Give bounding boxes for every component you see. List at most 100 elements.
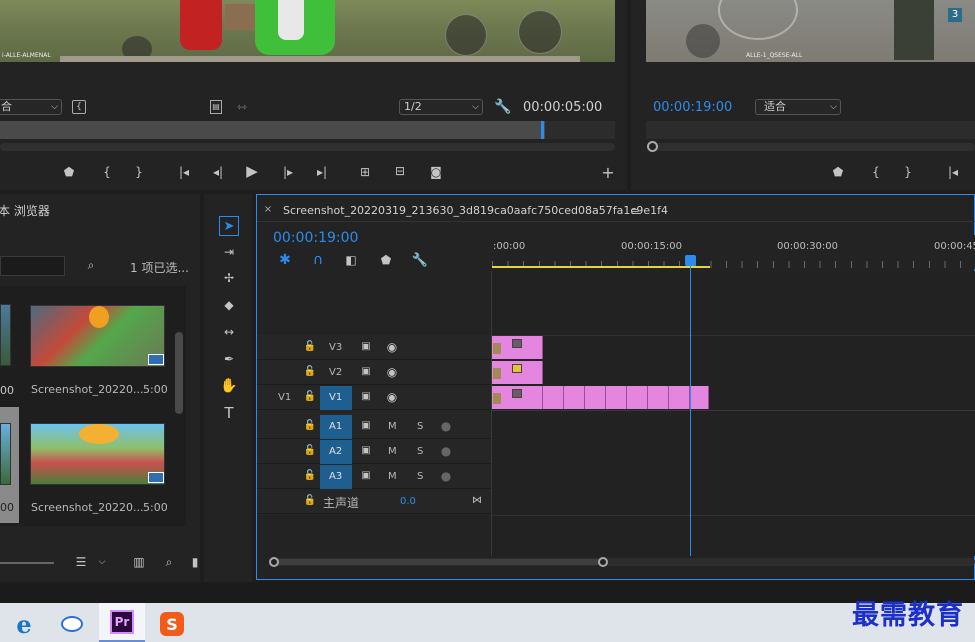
track-a2[interactable]: 🔓 A2 ▣ M S ●: [257, 440, 491, 464]
mark-in-icon[interactable]: {: [100, 165, 114, 179]
close-tab-icon[interactable]: ×: [263, 205, 273, 215]
track-v2[interactable]: 🔓 V2 ▣ ◉: [257, 361, 491, 385]
lock-icon[interactable]: 🔓: [304, 420, 316, 432]
find-icon[interactable]: ⌕: [162, 555, 176, 569]
taskbar-app-paint[interactable]: [52, 606, 92, 642]
solo-button[interactable]: S: [417, 471, 423, 482]
snap-magnet-icon[interactable]: ∩: [310, 252, 326, 268]
clip-v1-seg[interactable]: [648, 386, 669, 409]
source-scrub-ruler[interactable]: [0, 121, 545, 139]
clip-v1-seg[interactable]: [690, 386, 709, 409]
automate-sequence-icon[interactable]: ▥: [131, 555, 147, 569]
wrench-icon[interactable]: 🔧: [494, 99, 511, 115]
timeline-settings-wrench-icon[interactable]: 🔧: [412, 252, 428, 268]
sort-icon[interactable]: ☰: [73, 555, 89, 569]
ripple-edit-tool-icon[interactable]: ✢: [219, 270, 239, 286]
type-tool-icon[interactable]: T: [219, 404, 239, 422]
lock-icon[interactable]: 🔓: [304, 391, 316, 403]
clip-v1-seg[interactable]: [606, 386, 627, 409]
track-select-tool-icon[interactable]: ⇥: [219, 244, 239, 260]
microphone-icon[interactable]: ●: [441, 445, 451, 457]
razor-tool-icon[interactable]: ◆: [219, 297, 239, 313]
sync-lock-icon[interactable]: ▣: [359, 445, 373, 457]
film-icon[interactable]: ▤: [210, 100, 222, 114]
project-scrollbar[interactable]: [175, 332, 183, 414]
overwrite-icon[interactable]: ⊟: [391, 164, 409, 178]
tab-menu-icon[interactable]: ≡: [629, 205, 641, 217]
mark-in-icon[interactable]: {: [869, 165, 883, 179]
microphone-icon[interactable]: ●: [441, 420, 451, 432]
hand-tool-icon[interactable]: ✋: [219, 377, 239, 395]
sync-lock-icon[interactable]: ▣: [359, 366, 373, 378]
program-zoom-bar[interactable]: [648, 143, 975, 151]
timeline-tab-title[interactable]: Screenshot_20220319_213630_3d819ca0aafc7…: [283, 204, 668, 217]
selection-tool-icon[interactable]: ➤: [219, 216, 239, 236]
marker-icon[interactable]: ⬟: [831, 165, 845, 179]
clip-v1-seg[interactable]: [627, 386, 648, 409]
scroll-handle-left[interactable]: [269, 557, 279, 567]
track-a1[interactable]: 🔓 A1 ▣ M S ●: [257, 415, 491, 439]
source-patch-v1[interactable]: V1: [278, 392, 291, 403]
mute-button[interactable]: M: [388, 471, 397, 482]
track-a3[interactable]: 🔓 A3 ▣ M S ●: [257, 465, 491, 489]
left-thumbnail-2[interactable]: [0, 423, 11, 485]
mute-button[interactable]: M: [388, 421, 397, 432]
scroll-handle-right[interactable]: [598, 557, 608, 567]
microphone-icon[interactable]: ●: [441, 470, 451, 482]
solo-button[interactable]: S: [417, 421, 423, 432]
linked-selection-icon[interactable]: ◧: [343, 252, 359, 268]
chevron-down-icon[interactable]: ⌵: [97, 556, 107, 568]
program-scrub-ruler[interactable]: [646, 121, 975, 139]
timeline-timecode[interactable]: 00:00:19:00: [273, 230, 358, 246]
search-folder-icon[interactable]: ⌕: [83, 258, 99, 272]
step-back-icon[interactable]: ◂|: [210, 165, 226, 179]
lock-icon[interactable]: 🔓: [304, 495, 316, 507]
program-zoom-handle[interactable]: [647, 141, 658, 152]
clip-v1-seg[interactable]: [669, 386, 690, 409]
lock-icon[interactable]: 🔓: [304, 445, 316, 457]
clip-v1-main[interactable]: [492, 386, 543, 409]
project-panel-title[interactable]: 本 浏览器: [0, 202, 50, 219]
insert-icon[interactable]: ⊞: [356, 165, 374, 179]
taskbar-app-edge[interactable]: e: [4, 606, 44, 642]
track-v3[interactable]: 🔓 V3 ▣ ◉: [257, 336, 491, 360]
taskbar-app-premiere[interactable]: Pr: [99, 603, 145, 642]
source-fit-dropdown[interactable]: 合 ⌵: [0, 99, 62, 115]
mark-out-icon[interactable]: }: [132, 165, 146, 179]
source-zoom-bar[interactable]: [0, 143, 615, 151]
eye-icon[interactable]: ◉: [385, 341, 399, 353]
go-to-in-icon[interactable]: |◂: [176, 165, 192, 179]
left-thumbnail-1[interactable]: [0, 304, 11, 366]
eye-icon[interactable]: ◉: [385, 366, 399, 378]
go-to-end-icon[interactable]: ⋈: [471, 495, 483, 507]
eye-icon[interactable]: ◉: [385, 391, 399, 403]
go-to-out-icon[interactable]: ▸|: [314, 165, 330, 179]
settings-bracket-icon[interactable]: {: [72, 100, 86, 114]
go-to-in-icon[interactable]: |◂: [945, 165, 961, 179]
lock-icon[interactable]: 🔓: [304, 470, 316, 482]
clip-v1-seg[interactable]: [585, 386, 606, 409]
play-icon[interactable]: ▶: [244, 163, 260, 179]
mute-button[interactable]: M: [388, 446, 397, 457]
slip-tool-icon[interactable]: ↔: [219, 324, 239, 340]
trash-icon[interactable]: ▮: [190, 555, 200, 569]
mark-out-icon[interactable]: }: [901, 165, 915, 179]
source-playhead[interactable]: [541, 121, 544, 139]
track-master[interactable]: 🔓 主声道 0.0 ⋈: [257, 490, 491, 514]
timeline-scroll-thumb[interactable]: [272, 559, 606, 565]
source-page-dropdown[interactable]: 1/2 ⌵: [399, 99, 483, 115]
track-v1[interactable]: V1 🔓 V1 ▣ ◉: [257, 386, 491, 410]
project-item-thumbnail-1[interactable]: [30, 305, 165, 367]
sync-lock-icon[interactable]: ▣: [359, 470, 373, 482]
clip-v1-seg[interactable]: [564, 386, 585, 409]
clip-v2[interactable]: [492, 361, 543, 384]
clip-v3[interactable]: [492, 336, 543, 359]
zoom-slider[interactable]: [0, 562, 54, 564]
nest-icon[interactable]: ✱: [277, 252, 293, 268]
project-item-thumbnail-2[interactable]: [30, 423, 165, 485]
add-button-icon[interactable]: +: [601, 165, 615, 181]
sync-lock-icon[interactable]: ▣: [359, 341, 373, 353]
lock-icon[interactable]: 🔓: [304, 341, 316, 353]
taskbar-app-sogou[interactable]: S: [152, 606, 192, 642]
clip-v1-seg[interactable]: [543, 386, 564, 409]
